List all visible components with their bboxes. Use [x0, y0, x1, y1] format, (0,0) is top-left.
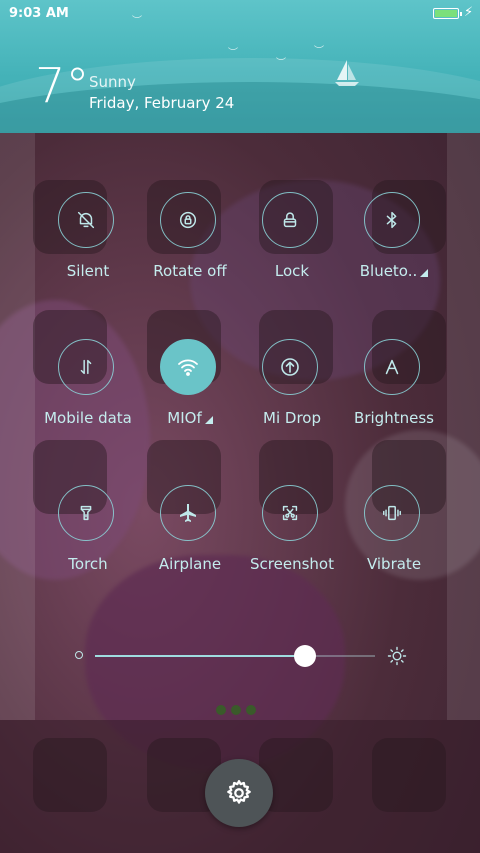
mobile-data-icon [58, 339, 114, 395]
weather-condition: Sunny [89, 73, 136, 91]
tile-silent[interactable]: Silent [33, 192, 143, 302]
tile-label: Brightness [354, 409, 434, 427]
weather-header[interactable]: ︶ ︶ ︶ ︶ 9:03 AM ⚡ 7° Sunny Friday, Febru… [0, 0, 480, 133]
weather-date: Friday, February 24 [89, 94, 235, 112]
expand-triangle-icon [204, 416, 213, 424]
tile-torch[interactable]: Torch [33, 485, 143, 595]
gear-icon [227, 780, 251, 804]
tile-label: Vibrate [366, 555, 422, 573]
brightness-slider[interactable] [75, 644, 415, 668]
flashlight-icon [58, 485, 114, 541]
slider-fill [95, 655, 305, 657]
lock-icon [262, 192, 318, 248]
tile-mi-drop[interactable]: Mi Drop [237, 339, 347, 449]
tile-brightness[interactable]: Brightness [339, 339, 449, 449]
tile-airplane[interactable]: Airplane [135, 485, 245, 595]
tile-wifi[interactable]: MIOf [135, 339, 245, 449]
bluetooth-icon [364, 192, 420, 248]
weather-temperature: 7° [35, 58, 90, 114]
brightness-low-icon [75, 651, 83, 659]
status-time: 9:03 AM [9, 6, 69, 21]
tile-lock[interactable]: Lock [237, 192, 347, 302]
tile-mobile-data[interactable]: Mobile data [33, 339, 143, 449]
brightness-high-icon [387, 646, 407, 666]
tile-rotate-off[interactable]: Rotate off [135, 192, 245, 302]
screenshot-icon [262, 485, 318, 541]
lightning-bolt-icon: ⚡ [464, 5, 474, 20]
rotate-lock-icon [160, 192, 216, 248]
tile-vibrate[interactable]: Vibrate [339, 485, 449, 595]
battery-icon [433, 8, 462, 19]
airplane-icon [160, 485, 216, 541]
vibrate-icon [364, 485, 420, 541]
mi-drop-icon [262, 339, 318, 395]
tile-screenshot[interactable]: Screenshot [237, 485, 347, 595]
expand-triangle-icon [420, 269, 429, 277]
tile-bluetooth[interactable]: Blueto.. [339, 192, 449, 302]
bell-off-icon [58, 192, 114, 248]
tile-label: Blueto.. [329, 262, 459, 280]
settings-button[interactable] [205, 759, 273, 827]
slider-thumb[interactable] [294, 645, 316, 667]
brightness-auto-icon [364, 339, 420, 395]
sailboat-icon [335, 60, 359, 86]
wifi-icon [160, 339, 216, 395]
